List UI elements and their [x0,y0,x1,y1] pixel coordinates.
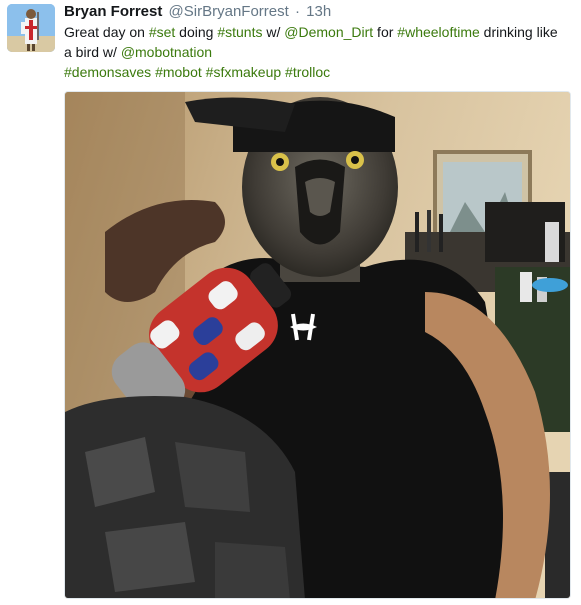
hashtag-link[interactable]: #stunts [217,24,262,40]
tweet-media-photo[interactable] [64,91,571,599]
author-name[interactable]: Bryan Forrest [64,3,162,20]
hashtag-link[interactable]: #demonsaves [64,64,151,80]
tweet-text-line: #demonsaves #mobot #sfxmakeup #trolloc [64,62,574,82]
mention-link[interactable]: @mobotnation [121,44,212,60]
separator: · [294,3,300,20]
tweet-text: Great day on #set doing #stunts w/ @Demo… [64,22,574,82]
photo-image [65,92,570,598]
hashtag-link[interactable]: #mobot [155,64,202,80]
tweet-text-segment: doing [175,24,218,40]
tweet-text-segment: w/ [262,24,285,40]
hashtag-link[interactable]: #trolloc [285,64,330,80]
tweet-text-line: a bird w/ @mobotnation [64,42,574,62]
author-handle[interactable]: @SirBryanForrest [169,3,289,20]
avatar-image [7,4,55,52]
hashtag-link[interactable]: #wheeloftime [397,24,480,40]
tweet-text-segment: for [373,24,398,40]
tweet-card: Bryan Forrest @SirBryanForrest · 13h Gre… [0,0,581,605]
tweet-text-segment: a bird w/ [64,44,121,60]
tweet-text-line: Great day on #set doing #stunts w/ @Demo… [64,22,574,42]
tweet-header: Bryan Forrest @SirBryanForrest · 13h [64,2,331,22]
hashtag-link[interactable]: #sfxmakeup [206,64,281,80]
timestamp-link[interactable]: 13h [306,3,331,20]
tweet-text-segment: Great day on [64,24,149,40]
mention-link[interactable]: @Demon_Dirt [284,24,373,40]
tweet-text-segment: drinking like [479,24,558,40]
avatar[interactable] [7,4,55,52]
hashtag-link[interactable]: #set [149,24,175,40]
